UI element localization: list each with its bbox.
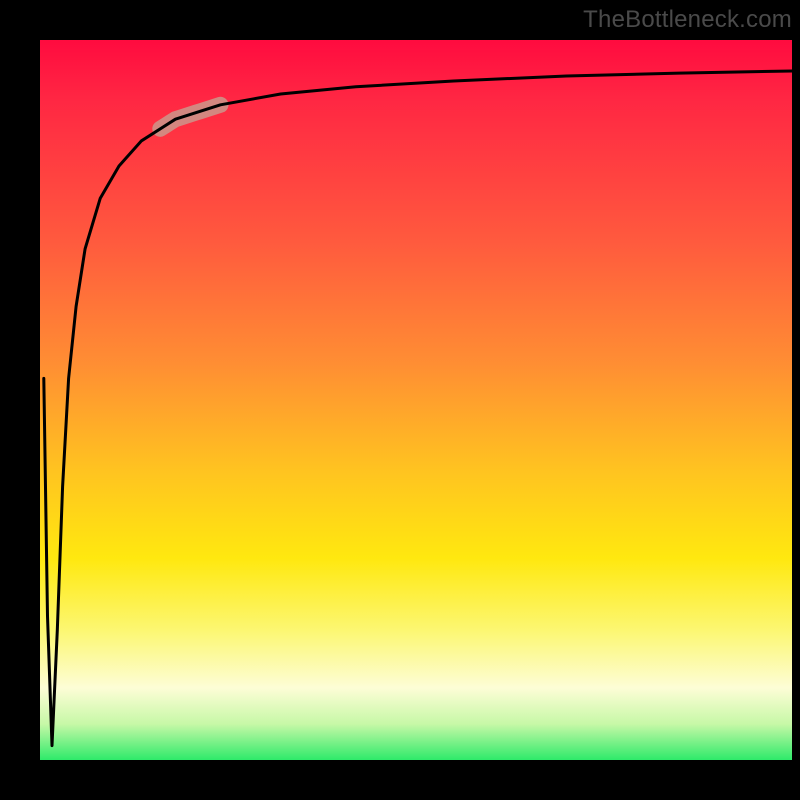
watermark-text: TheBottleneck.com <box>583 6 792 34</box>
plot-area <box>40 40 792 760</box>
chart-frame: TheBottleneck.com <box>0 0 800 800</box>
